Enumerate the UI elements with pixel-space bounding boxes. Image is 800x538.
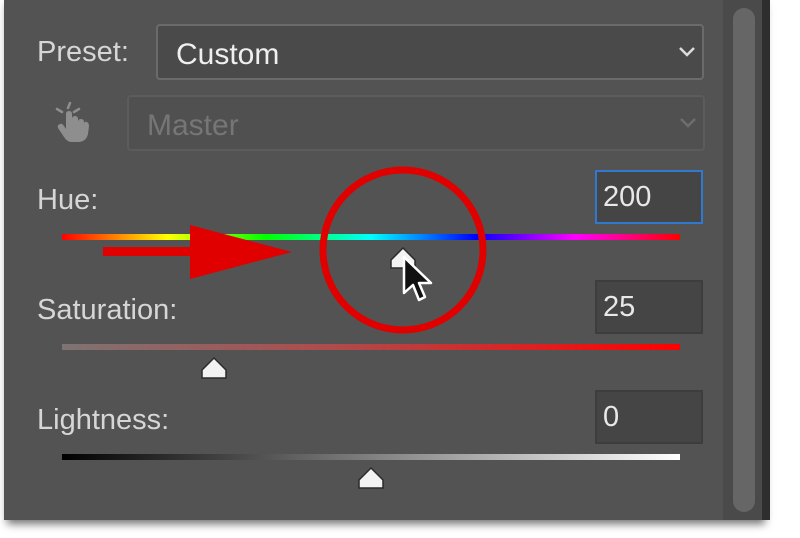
hue-slider-track[interactable] [62, 234, 680, 240]
channel-dropdown: Master [127, 95, 705, 151]
chevron-down-icon [680, 118, 696, 128]
lightness-value-field[interactable]: 0 [595, 390, 703, 444]
chevron-down-icon [679, 47, 695, 57]
lightness-slider-track[interactable] [62, 454, 680, 460]
saturation-slider-thumb[interactable] [199, 356, 229, 380]
lightness-slider-thumb[interactable] [356, 466, 386, 490]
lightness-label: Lightness: [37, 404, 170, 436]
preset-label: Preset: [37, 36, 129, 68]
channel-value: Master [147, 109, 239, 142]
scrollbar-thumb[interactable] [733, 8, 755, 512]
preset-dropdown[interactable]: Custom [156, 24, 704, 80]
hue-value-field[interactable]: 200 [595, 170, 703, 224]
saturation-value-field[interactable]: 25 [595, 280, 703, 334]
hue-label: Hue: [37, 184, 99, 216]
panel-border [762, 0, 770, 520]
saturation-slider-track[interactable] [62, 344, 680, 350]
mouse-cursor-icon [402, 255, 433, 302]
saturation-label: Saturation: [37, 294, 178, 326]
targeted-adjustment-hand-icon[interactable] [50, 100, 96, 146]
preset-value: Custom [176, 38, 280, 71]
